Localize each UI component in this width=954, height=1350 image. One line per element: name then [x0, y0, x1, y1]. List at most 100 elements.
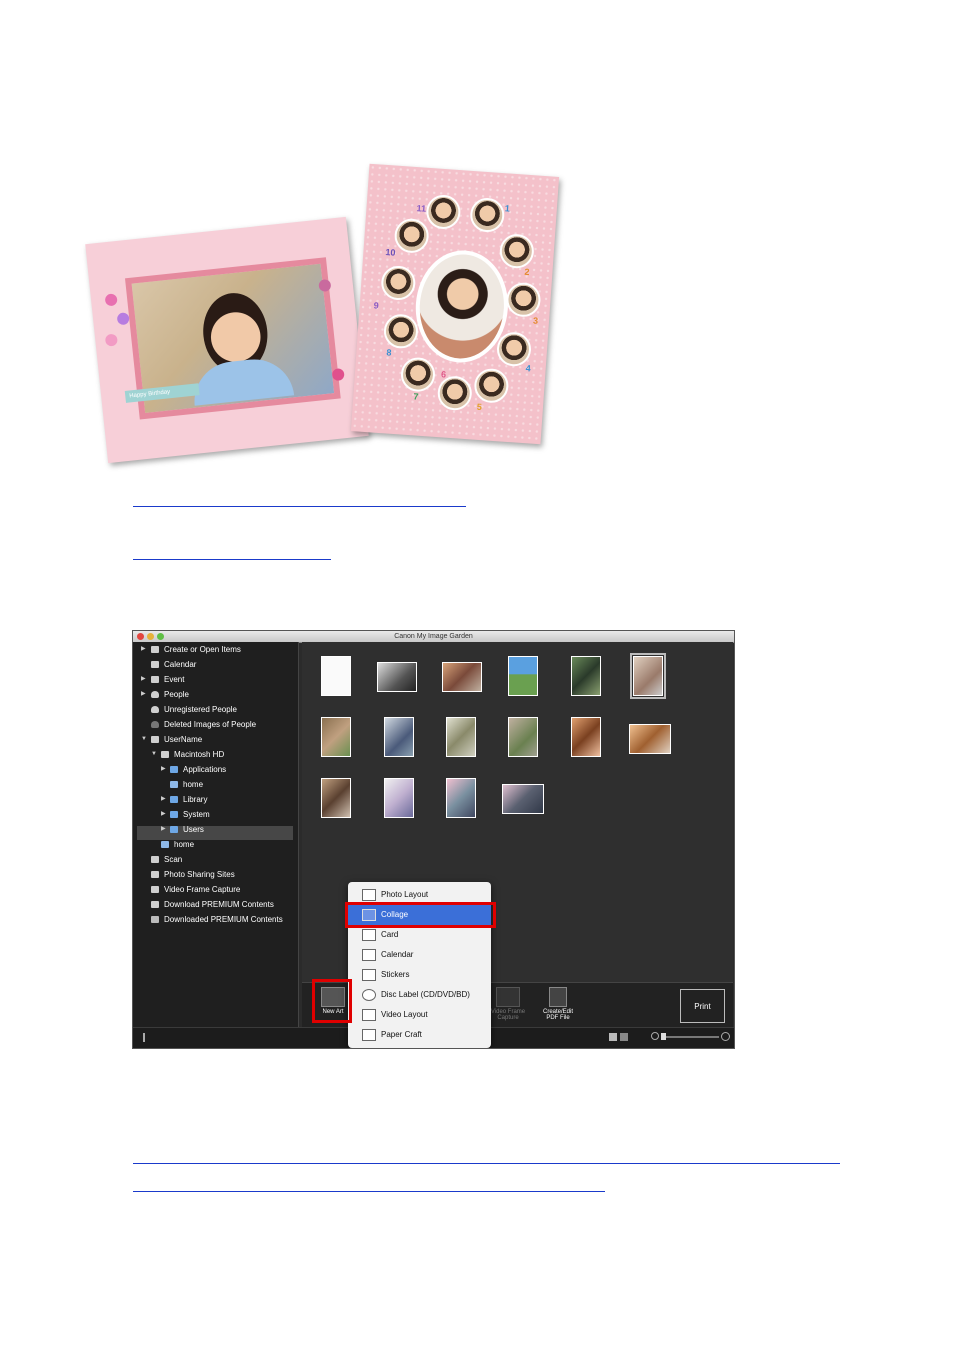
print-button[interactable]: Print: [680, 989, 725, 1023]
clock-number: 9: [373, 300, 380, 311]
grid-view-icon[interactable]: [609, 1033, 617, 1041]
photo-layout-icon: [362, 889, 376, 901]
sidebar-item-label: Users: [183, 825, 204, 834]
collage-sample-birthday: Happy Birthday: [85, 216, 369, 464]
menu-item-label: Disc Label (CD/DVD/BD): [381, 990, 470, 999]
sidebar-item-label: Create or Open Items: [164, 645, 241, 654]
disclosure-triangle-icon[interactable]: ▶: [161, 807, 167, 822]
sidebar-item-label: Deleted Images of People: [164, 720, 257, 729]
photo-sharing-icon: [151, 871, 159, 878]
folder-icon: [170, 811, 178, 818]
paper-craft-icon: [362, 1029, 376, 1041]
disclosure-triangle-icon[interactable]: ▶: [141, 672, 147, 687]
flower-icon: [104, 333, 118, 347]
flower-icon: [331, 367, 345, 382]
create-edit-pdf-button[interactable]: Create/Edit PDF File: [538, 987, 578, 1021]
thumbnail-photo[interactable]: [508, 717, 538, 757]
folder-icon: [170, 766, 178, 773]
disclosure-triangle-icon[interactable]: ▶: [141, 687, 147, 702]
thumbnail-photo-selected[interactable]: [630, 653, 666, 699]
clock-number: 8: [386, 347, 392, 358]
options-icon[interactable]: [143, 1033, 145, 1042]
person-outline-icon: [151, 721, 159, 728]
clock-number: 5: [476, 401, 483, 413]
video-frame-capture-button[interactable]: Video Frame Capture: [488, 987, 528, 1021]
menu-item-disc-label[interactable]: Disc Label (CD/DVD/BD): [348, 985, 491, 1005]
circle-photo: [505, 281, 542, 318]
disclosure-triangle-icon[interactable]: ▶: [161, 822, 167, 837]
zoom-slider[interactable]: [663, 1036, 719, 1038]
disclosure-triangle-icon[interactable]: ▼: [151, 747, 157, 762]
calendar-icon: [151, 661, 159, 668]
sidebar-item-label: home: [183, 780, 204, 789]
link-underline[interactable]: [133, 1191, 605, 1192]
link-underline[interactable]: [133, 1163, 840, 1164]
person-icon: [151, 691, 159, 698]
circle-photo: [436, 375, 473, 412]
menu-item-card[interactable]: Card: [348, 925, 491, 945]
hard-drive-icon: [161, 751, 169, 758]
film-icon: [151, 886, 159, 893]
disclosure-triangle-icon[interactable]: ▶: [141, 642, 147, 657]
disclosure-triangle-icon[interactable]: ▶: [161, 792, 167, 807]
flower-icon: [104, 293, 118, 307]
single-view-icon[interactable]: [620, 1033, 628, 1041]
child-shirt: [190, 355, 295, 406]
sidebar-item-label: Calendar: [164, 660, 197, 669]
create-edit-pdf-label: Create/Edit PDF File: [542, 1009, 573, 1021]
menu-item-paper-craft[interactable]: Paper Craft: [348, 1025, 491, 1045]
sidebar-item-label: UserName: [164, 735, 203, 744]
calendar-icon: [362, 949, 376, 961]
circle-photo: [393, 217, 430, 254]
circle-photo: [399, 356, 437, 393]
collage-callout: [345, 902, 496, 928]
thumbnail-photo[interactable]: [321, 717, 351, 757]
thumbnail-photo[interactable]: [508, 656, 538, 696]
thumbnail-video[interactable]: [377, 662, 417, 692]
sidebar-item-label: home: [174, 840, 195, 849]
link-underline[interactable]: [133, 506, 466, 507]
computer-icon: [151, 736, 159, 743]
zoom-in-icon[interactable]: [721, 1032, 730, 1041]
thumbnail-photo[interactable]: [321, 778, 351, 818]
disclosure-triangle-icon[interactable]: ▼: [141, 732, 147, 747]
film-icon: [496, 987, 520, 1007]
sidebar-item-label: Download PREMIUM Contents: [164, 900, 274, 909]
download-icon: [151, 901, 159, 908]
clock-number: 7: [413, 391, 419, 402]
disclosure-triangle-icon[interactable]: ▶: [161, 762, 167, 777]
menu-item-video-layout[interactable]: Video Layout: [348, 1005, 491, 1025]
stickers-icon: [362, 969, 376, 981]
thumbnail-photo[interactable]: [629, 724, 671, 754]
thumbnail-photo[interactable]: [502, 784, 544, 814]
menu-item-stickers[interactable]: Stickers: [348, 965, 491, 985]
thumbnail-document[interactable]: [321, 656, 351, 696]
circle-photo: [473, 367, 510, 404]
thumbnail-photo[interactable]: [446, 717, 476, 757]
window-title: Canon My Image Garden: [394, 633, 473, 640]
circle-photo: [495, 331, 533, 368]
thumbnail-photo[interactable]: [446, 778, 476, 818]
circle-photo: [469, 196, 506, 234]
clock-number: 1: [504, 203, 511, 214]
sidebar-item-label: System: [183, 810, 210, 819]
sidebar-item-label: Event: [164, 675, 185, 684]
clock-number: 3: [532, 315, 539, 326]
collage-sample-clock: 11 1 10 2 9 3 8 4 7 6 5: [350, 163, 560, 445]
circle-photo: [380, 264, 417, 302]
thumbnail-photo[interactable]: [384, 717, 414, 757]
zoom-slider-thumb[interactable]: [661, 1033, 666, 1040]
home-icon: [170, 781, 178, 788]
menu-item-label: Video Layout: [381, 1010, 428, 1019]
home-icon: [161, 841, 169, 848]
zoom-out-icon[interactable]: [651, 1032, 659, 1040]
pdf-icon: [549, 987, 567, 1007]
circle-photo: [425, 193, 462, 231]
new-art-callout: [312, 979, 352, 1023]
thumbnail-photo[interactable]: [571, 717, 601, 757]
thumbnail-photo[interactable]: [442, 662, 482, 692]
thumbnail-photo[interactable]: [571, 656, 601, 696]
thumbnail-photo[interactable]: [384, 778, 414, 818]
menu-item-calendar[interactable]: Calendar: [348, 945, 491, 965]
link-underline[interactable]: [133, 559, 331, 560]
